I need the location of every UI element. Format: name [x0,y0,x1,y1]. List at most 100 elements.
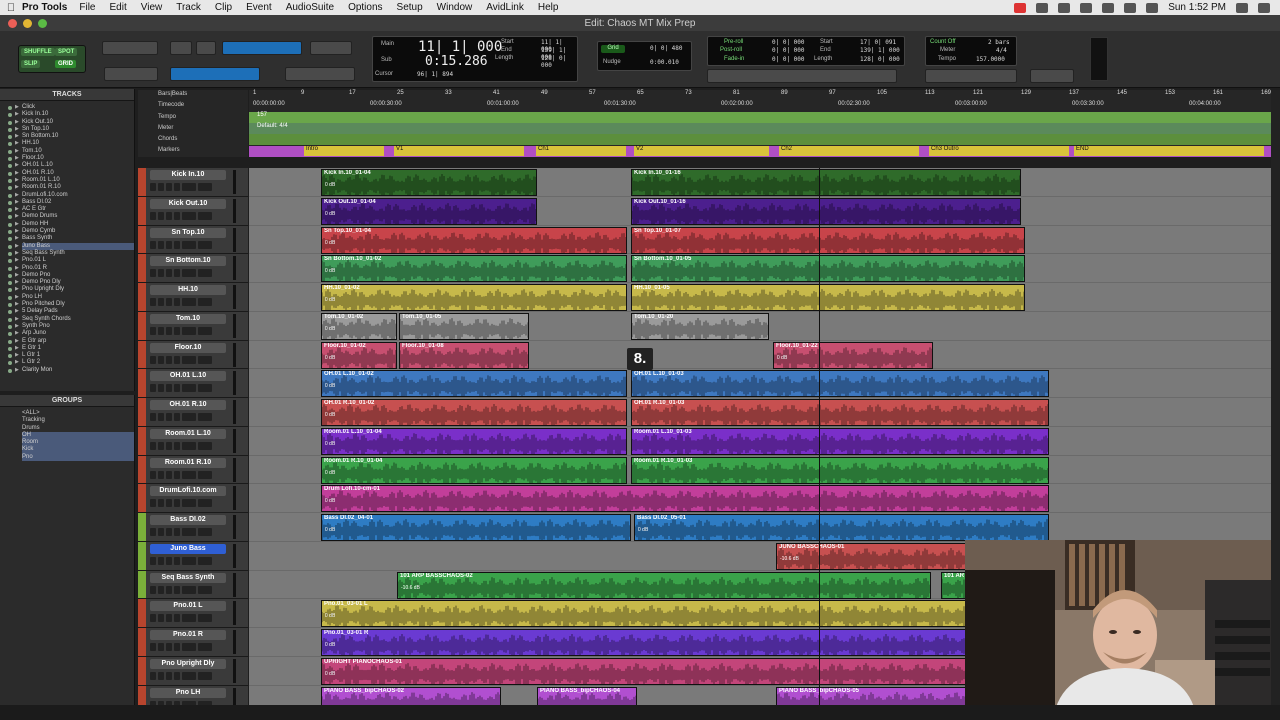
track-show-dot-icon[interactable] [8,310,12,315]
ruler-label-timecode[interactable]: Timecode [158,102,184,108]
view-selector[interactable] [182,355,196,364]
solo-button[interactable] [166,614,172,623]
menu-edit[interactable]: Edit [110,2,127,13]
track-name[interactable]: Seq Bass Synth [150,572,226,583]
automation-selector[interactable] [198,528,212,536]
notification-icon[interactable] [1258,2,1270,13]
view-selector[interactable] [182,614,196,623]
track-header[interactable]: Pno.01 L [138,599,248,628]
menu-view[interactable]: View [141,2,163,13]
marker-0[interactable]: Intro [304,146,384,156]
preroll-label[interactable]: Pre-roll [724,39,743,45]
track-name[interactable]: OH.01 L.10 [150,371,226,382]
track-header[interactable]: Room.01 R.10 [138,455,248,485]
tracks-list-item[interactable]: ▶ Room.01 R.10 [8,184,134,191]
timecode-ruler[interactable]: 00:00:00:00 00:00:30:00 00:01:00:00 00:01:3… [249,101,1271,112]
track-name[interactable]: Sn Bottom.10 [150,256,226,267]
audio-clip[interactable]: Tom.10_01-20 [631,312,769,340]
audio-clip[interactable]: Kick In.10_01-04 0 dB [321,169,537,196]
menu-track[interactable]: Track [176,2,201,13]
ruler-label-bars[interactable]: Bars|Beats [158,91,187,97]
disclosure-triangle-icon[interactable]: ▶ [15,148,19,155]
audio-clip[interactable]: Kick Out.10_01-04 0 dB [321,197,537,225]
view-selector[interactable] [182,326,196,335]
groups-list-item[interactable]: Drums [22,425,134,432]
audio-clip[interactable]: Bass DI.02_05-01 0 dB [634,514,1049,541]
disclosure-triangle-icon[interactable]: ▶ [15,272,19,279]
track-header[interactable]: Sn Bottom.10 [138,254,248,283]
audio-clip[interactable]: PIANO BASS_bipCHAOS-05 [776,686,976,705]
disclosure-triangle-icon[interactable]: ▶ [15,162,19,169]
track-name[interactable]: Juno Bass [150,543,226,554]
audio-clip[interactable]: OH.01 L.10_01-02 0 dB [321,370,627,398]
solo-button[interactable] [166,413,172,421]
tracks-list-item[interactable]: ▶ Seq Synth Chords [8,316,134,323]
fadein-label[interactable]: Fade-in [724,56,744,62]
record-arm-button[interactable] [150,528,156,536]
tracks-list-item[interactable]: ▶ Pno Pitched Dly [8,301,134,308]
track-show-dot-icon[interactable] [8,259,12,264]
audio-clip[interactable]: Tom.10_01-05 [399,312,529,340]
groups-list-item[interactable]: <ALL> [22,410,134,417]
groups-list-item[interactable]: OH [22,431,134,440]
disclosure-triangle-icon[interactable]: ▶ [15,155,19,162]
audio-clip[interactable]: Sn Top.10_01-04 0 dB [321,226,627,254]
menubar-clock[interactable]: Sun 1:52 PM [1168,2,1226,13]
timeline-rulers[interactable]: 1 9 17 25 33 41 49 57 65 73 81 89 97 105 113 121 129 137 1… [249,90,1271,157]
track-show-dot-icon[interactable] [8,200,12,205]
mute-button[interactable] [174,298,180,306]
close-window-button[interactable] [8,19,17,28]
track-header[interactable]: Pno Upright Dly [138,656,248,686]
tracks-list-item[interactable]: ▶ L Gtr 2 [8,359,134,366]
disclosure-triangle-icon[interactable]: ▶ [15,265,19,272]
track-show-dot-icon[interactable] [8,208,12,213]
audio-clip[interactable]: Room.01 L.10_01-03 [631,427,1049,455]
mute-button[interactable] [174,269,180,278]
solo-button[interactable] [166,326,172,335]
disclosure-triangle-icon[interactable]: ▶ [15,119,19,126]
solo-button[interactable] [166,671,172,680]
groups-list-item[interactable]: Room [22,439,134,447]
track-name[interactable]: Pno LH [150,687,226,698]
audio-clip[interactable]: Room.01 R.10_01-03 [631,456,1049,484]
transport-controls[interactable] [707,69,897,83]
tracks-list-item[interactable]: ▶ E Gtr arp [8,338,134,345]
tracks-list-item[interactable]: ▶ Pno.01 R [8,265,134,272]
disclosure-triangle-icon[interactable]: ▶ [15,228,19,235]
track-show-dot-icon[interactable] [8,288,12,293]
wifi-icon[interactable] [1102,2,1115,13]
input-monitor-button[interactable] [158,183,164,191]
meter-marker[interactable]: Default: 4/4 [257,123,288,129]
mode-spot[interactable]: SPOT [55,48,78,56]
disclosure-triangle-icon[interactable]: ▶ [15,257,19,264]
minimize-window-button[interactable] [23,19,32,28]
track-name[interactable]: Pno.01 R [150,630,226,640]
track-lane[interactable]: Room.01 R.10_01-04 0 dB Room.01 R.10_01-03 [249,456,1271,485]
automation-selector[interactable] [198,499,212,508]
mute-button[interactable] [174,528,180,536]
track-name[interactable]: Sn Top.10 [150,227,226,238]
disclosure-triangle-icon[interactable]: ▶ [15,286,19,293]
automation-selector[interactable] [198,298,212,306]
input-monitor-button[interactable] [158,355,164,364]
mute-button[interactable] [174,384,180,393]
marker-2[interactable]: Ch1 [536,146,626,156]
tracks-list-item[interactable]: ▶ Demo Cymb [8,228,134,235]
mute-button[interactable] [174,211,180,220]
view-selector[interactable] [182,556,196,565]
track-lane[interactable]: HH.10_01-02 0 dB HH.10_01-05 [249,283,1271,312]
input-monitor-button[interactable] [158,384,164,393]
automation-selector[interactable] [198,326,212,335]
track-header[interactable]: Kick In.10 [138,168,248,197]
track-lane[interactable]: Sn Bottom.10_01-02 0 dB Sn Bottom.10_01-05 [249,254,1271,283]
tracks-list-item[interactable]: ▶ Demo HH [8,221,134,228]
disclosure-triangle-icon[interactable]: ▶ [15,206,19,213]
track-name[interactable]: Room.01 R.10 [150,457,226,468]
solo-button[interactable] [166,211,172,220]
audio-clip[interactable]: Bass DI.02_04-01 0 dB [321,514,631,541]
view-selector[interactable] [182,441,196,450]
track-lane[interactable]: Room.01 L.10_01-04 0 dB Room.01 L.10_01-03 [249,427,1271,456]
tracks-list-item[interactable]: ▶ Click [8,104,134,111]
disclosure-triangle-icon[interactable]: ▶ [15,243,19,250]
disclosure-triangle-icon[interactable]: ▶ [15,323,19,330]
